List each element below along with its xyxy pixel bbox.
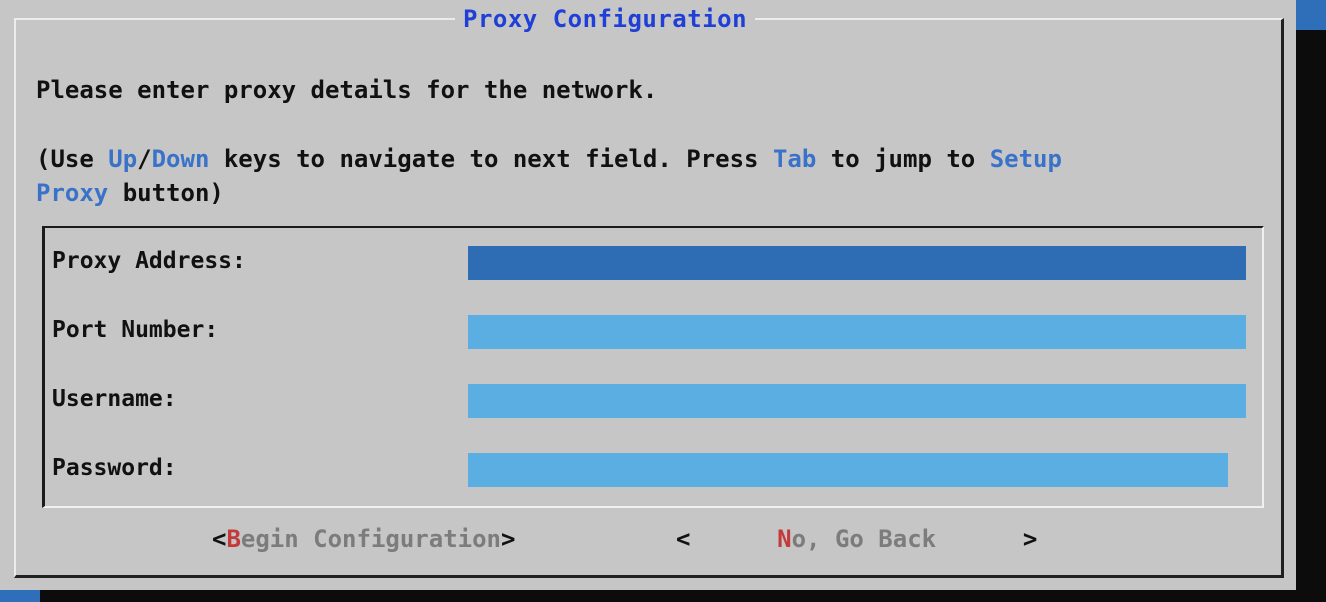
- dialog-shadow-right: [1296, 30, 1326, 590]
- proxy-label: Proxy: [36, 179, 109, 207]
- setup-label: Setup: [989, 145, 1062, 173]
- tab-key-label: Tab: [772, 145, 817, 173]
- background-strip-top: [1296, 0, 1326, 30]
- password-label: Password:: [52, 455, 177, 481]
- password-input[interactable]: [468, 453, 1228, 487]
- proxy-configuration-dialog: Proxy Configuration Please enter proxy d…: [0, 0, 1296, 590]
- port-number-input[interactable]: [468, 315, 1246, 349]
- go-back-button[interactable]: < No, Go Back >: [676, 522, 1037, 556]
- up-key-label: Up: [108, 145, 138, 173]
- port-number-label: Port Number:: [52, 317, 219, 343]
- dialog-shadow-bottom: [40, 588, 1326, 602]
- proxy-address-label: Proxy Address:: [52, 248, 246, 274]
- intro-text: Please enter proxy details for the netwo…: [36, 76, 658, 104]
- begin-hotkey: B: [226, 525, 241, 553]
- go-back-hotkey: N: [777, 525, 792, 553]
- proxy-address-input[interactable]: [468, 246, 1246, 280]
- help-text-line-1: (Use Up/Down keys to navigate to next fi…: [36, 145, 1062, 173]
- begin-configuration-button[interactable]: <Begin Configuration>: [212, 522, 515, 556]
- username-input[interactable]: [468, 384, 1246, 418]
- dialog-title: Proxy Configuration: [455, 4, 756, 34]
- background-strip-bottom: [0, 588, 40, 602]
- help-text-line-2: Proxy button): [36, 179, 224, 207]
- username-label: Username:: [52, 386, 177, 412]
- down-key-label: Down: [151, 145, 210, 173]
